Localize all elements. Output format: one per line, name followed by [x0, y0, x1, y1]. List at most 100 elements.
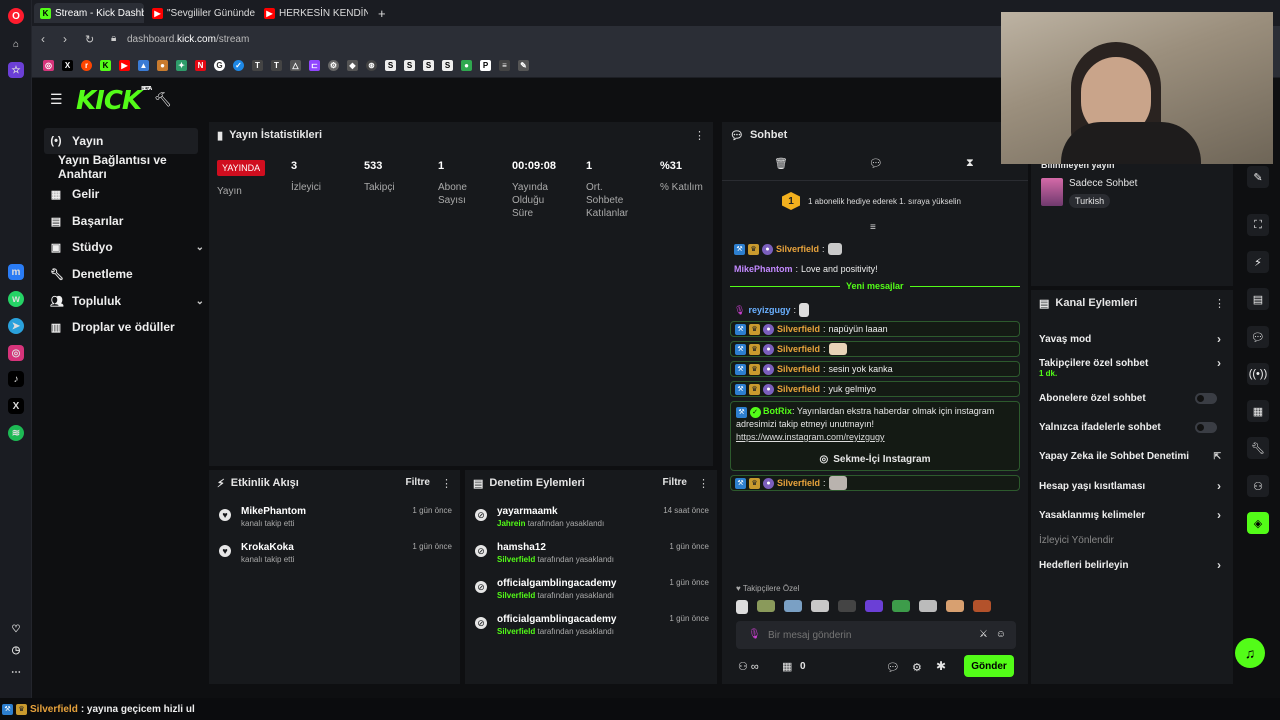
- kick-emote-icon[interactable]: ⚔︎: [979, 629, 988, 640]
- action-goals[interactable]: Hedefleri belirleyin ›: [1039, 556, 1225, 574]
- bookmark-app-icon[interactable]: S: [385, 60, 396, 71]
- opera-logo-icon[interactable]: O: [8, 8, 24, 24]
- bookmark-app-icon[interactable]: ≡: [499, 60, 510, 71]
- bot-link[interactable]: https://www.instagram.com/reyizgugy: [736, 432, 885, 442]
- tab-kick-dashboard[interactable]: K Stream - Kick Dashboard: [34, 3, 144, 23]
- x-icon[interactable]: X: [8, 398, 24, 414]
- chat-username[interactable]: reyizgugy: [748, 305, 790, 315]
- nav-yayin[interactable]: (•) Yayın: [44, 128, 198, 154]
- action-emotes-only[interactable]: Yalnızca ifadelerle sohbet: [1039, 418, 1225, 436]
- category-name[interactable]: Sadece Sohbet: [1069, 178, 1137, 189]
- bookmark-app-icon[interactable]: S: [442, 60, 453, 71]
- fullscreen-icon[interactable]: ⛶: [1247, 214, 1269, 236]
- nav-gelir[interactable]: ▦ Gelir: [44, 181, 198, 207]
- back-icon[interactable]: ‹: [41, 32, 45, 46]
- send-button[interactable]: Gönder: [964, 655, 1014, 677]
- url-field[interactable]: dashboard.kick.com/stream: [127, 34, 249, 45]
- bookmark-x-icon[interactable]: X: [62, 60, 73, 71]
- app-icon[interactable]: ◈: [1247, 512, 1269, 534]
- emote-icon[interactable]: [784, 600, 802, 612]
- reload-icon[interactable]: ↻: [85, 33, 94, 46]
- emote-icon[interactable]: [892, 600, 910, 612]
- gear-icon[interactable]: ⚙: [912, 661, 922, 674]
- bookmark-app-icon[interactable]: S: [423, 60, 434, 71]
- chat-username[interactable]: Silverfield: [776, 244, 819, 254]
- nav-stream-key[interactable]: Yayın Bağlantısı ve Anahtarı: [52, 153, 212, 181]
- people-infinity-icon[interactable]: ⚇ ∞: [738, 660, 759, 673]
- bookmark-app-icon[interactable]: △: [290, 60, 301, 71]
- emote-icon[interactable]: [838, 600, 856, 612]
- bookmark-app-icon[interactable]: S: [404, 60, 415, 71]
- action-followers-only[interactable]: Takipçilere özel sohbet ›: [1039, 354, 1225, 372]
- kebab-icon[interactable]: ⋮: [698, 477, 709, 490]
- emote-icon[interactable]: [946, 600, 964, 612]
- more-icon[interactable]: ⋯: [8, 664, 24, 680]
- kebab-icon[interactable]: ⋮: [441, 477, 452, 490]
- whatsapp-icon[interactable]: w: [8, 291, 24, 307]
- wrench-icon[interactable]: 🔧︎: [1247, 437, 1269, 459]
- bookmark-app-icon[interactable]: T: [271, 60, 282, 71]
- category-thumbnail[interactable]: [1041, 178, 1063, 206]
- bookmark-netflix-icon[interactable]: N: [195, 60, 206, 71]
- notes-icon[interactable]: ▤: [1247, 288, 1269, 310]
- messenger-icon[interactable]: m: [8, 264, 24, 280]
- emotes-only-toggle[interactable]: [1195, 421, 1217, 433]
- language-tag[interactable]: Turkish: [1069, 194, 1111, 208]
- emote-icon[interactable]: [757, 600, 775, 612]
- instagram-icon[interactable]: ◎: [8, 345, 24, 361]
- star-icon[interactable]: ☆: [8, 62, 24, 78]
- broadcast-icon[interactable]: ((•)): [1247, 363, 1269, 385]
- bookmark-app-icon[interactable]: ●: [157, 60, 168, 71]
- chat-input[interactable]: 🎙︎ ⚔︎ ☺: [736, 621, 1016, 649]
- bookmark-app-icon[interactable]: ▲: [138, 60, 149, 71]
- stream-icon[interactable]: ▦: [1247, 400, 1269, 422]
- hammer-icon[interactable]: 🔨︎: [154, 91, 172, 108]
- home-icon[interactable]: ⌂: [8, 36, 24, 52]
- activity-filter-button[interactable]: Filtre: [406, 477, 430, 488]
- nav-denetleme[interactable]: 🔧︎ Denetleme: [44, 261, 198, 287]
- pinned-icon[interactable]: ≡: [870, 222, 876, 233]
- tab-youtube-2[interactable]: ▶ HERKESİN KENDİNE YAKIŞ…: [258, 3, 368, 23]
- bookmark-app-icon[interactable]: ⊛: [366, 60, 377, 71]
- new-tab-button[interactable]: +: [372, 3, 390, 23]
- chat-username[interactable]: Silverfield: [777, 324, 820, 334]
- nav-droplar[interactable]: ▥ Droplar ve ödüller: [44, 314, 198, 340]
- emote-icon[interactable]: [919, 600, 937, 612]
- chat-username[interactable]: Silverfield: [777, 364, 820, 374]
- menu-icon[interactable]: ☰: [50, 91, 63, 108]
- moderation-filter-button[interactable]: Filtre: [663, 477, 687, 488]
- emote-icon[interactable]: [736, 600, 748, 614]
- chat-username[interactable]: Silverfield: [777, 384, 820, 394]
- bookmark-app-icon[interactable]: P: [480, 60, 491, 71]
- bookmark-kick-icon[interactable]: K: [100, 60, 111, 71]
- instagram-button[interactable]: ◎ Sekme-İçi Instagram: [731, 450, 1019, 468]
- action-banned-words[interactable]: Yasaklanmış kelimeler ›: [1039, 506, 1225, 524]
- action-ai-moderation[interactable]: Yapay Zeka ile Sohbet Denetimi ⇱: [1039, 447, 1225, 465]
- bookmark-app-icon[interactable]: T: [252, 60, 263, 71]
- bolt-icon[interactable]: ⚡︎: [1247, 251, 1269, 273]
- store-icon[interactable]: ▦: [782, 660, 792, 673]
- trash-icon[interactable]: 🗑︎: [774, 157, 788, 170]
- action-account-age[interactable]: Hesap yaşı kısıtlaması ›: [1039, 477, 1225, 495]
- heart-icon[interactable]: ♡: [8, 621, 24, 637]
- emote-icon[interactable]: [811, 600, 829, 612]
- bookmark-check-icon[interactable]: ✓: [233, 60, 244, 71]
- bookmark-twitch-icon[interactable]: ⊏: [309, 60, 320, 71]
- kick-logo[interactable]: KICKBETA: [76, 86, 152, 116]
- kebab-icon[interactable]: ⋮: [1214, 297, 1225, 310]
- bookmark-google-icon[interactable]: G: [214, 60, 225, 71]
- help-icon[interactable]: ♫: [1235, 638, 1265, 668]
- chat-icon[interactable]: 💬︎: [1247, 326, 1269, 348]
- hourglass-icon[interactable]: ⧗: [966, 157, 974, 170]
- tab-youtube-1[interactable]: ▶ "Sevgililer Gününde Güld…: [146, 3, 256, 23]
- chat-bubble-icon[interactable]: 💬︎: [869, 157, 883, 170]
- action-subscribers-only[interactable]: Abonelere özel sohbet: [1039, 389, 1225, 407]
- bookmark-app-icon[interactable]: ✎: [518, 60, 529, 71]
- nav-studyo[interactable]: ▣ Stüdyo ⌄: [44, 234, 204, 260]
- history-icon[interactable]: ◷: [8, 642, 24, 658]
- nav-topluluk[interactable]: 👥︎ Topluluk ⌄: [44, 288, 204, 314]
- nav-basarilar[interactable]: ▤ Başarılar: [44, 208, 198, 234]
- tiktok-icon[interactable]: ♪: [8, 371, 24, 387]
- emote-icon[interactable]: [973, 600, 991, 612]
- bookmark-instagram-icon[interactable]: ◎: [43, 60, 54, 71]
